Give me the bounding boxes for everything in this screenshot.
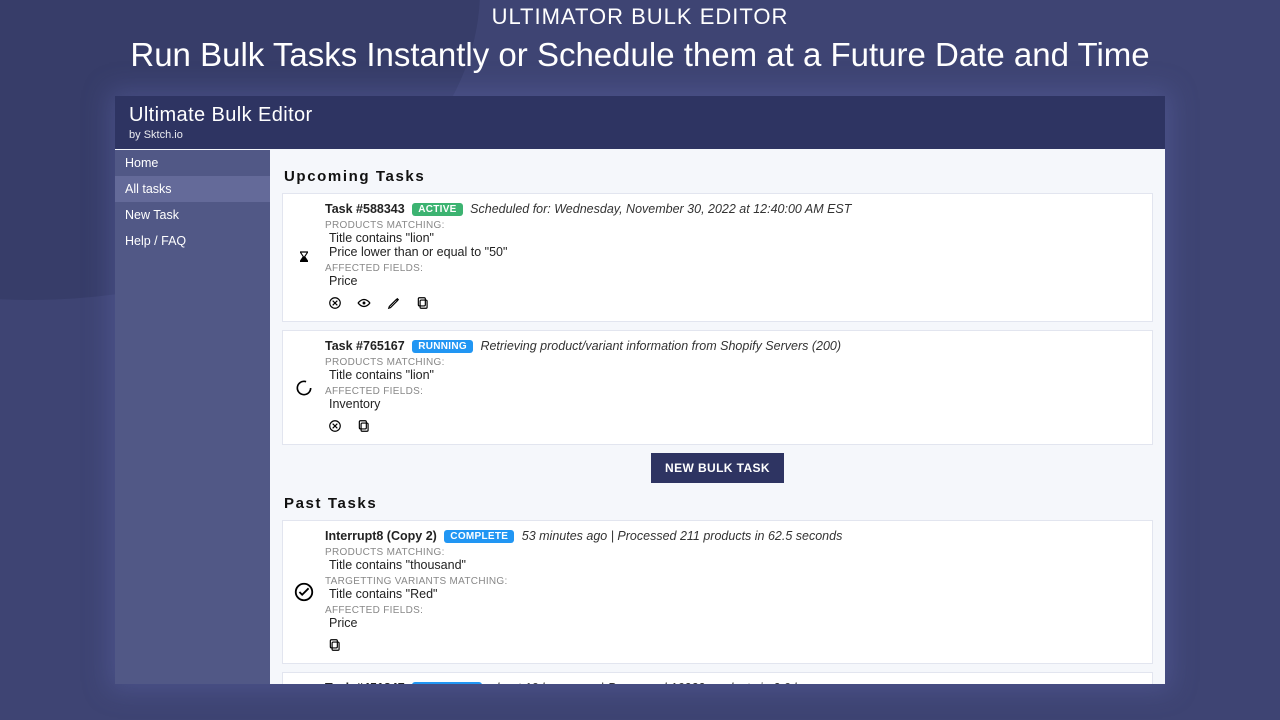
affected-field: Price xyxy=(329,616,1142,630)
criteria-line: Price lower than or equal to "50" xyxy=(329,245,1142,259)
task-name: Task #451847 xyxy=(325,681,405,684)
byline-prefix: by xyxy=(129,129,144,141)
task-header: Interrupt8 (Copy 2) COMPLETE 53 minutes … xyxy=(325,529,1142,543)
task-name: Interrupt8 (Copy 2) xyxy=(325,529,437,543)
task-meta: Scheduled for: Wednesday, November 30, 2… xyxy=(470,202,851,216)
task-actions xyxy=(325,294,1142,313)
sidebar-item-new-task[interactable]: New Task xyxy=(115,202,270,228)
task-header: Task #765167 RUNNING Retrieving product/… xyxy=(325,339,1142,353)
task-card: Task #765167 RUNNING Retrieving product/… xyxy=(282,330,1153,445)
sidebar-item-all-tasks[interactable]: All tasks xyxy=(115,176,270,202)
spinner-icon xyxy=(293,377,315,399)
sidebar-item-label: New Task xyxy=(125,208,179,222)
content: Upcoming Tasks Task #588343 ACTIVE Sched… xyxy=(270,150,1165,684)
affected-fields-label: AFFECTED FIELDS: xyxy=(325,263,1142,274)
copy-icon[interactable] xyxy=(413,294,433,312)
close-icon[interactable] xyxy=(325,417,345,435)
copy-icon[interactable] xyxy=(354,417,374,435)
eye-icon[interactable] xyxy=(354,294,374,312)
affected-fields-label: AFFECTED FIELDS: xyxy=(325,605,1142,616)
app-header: Ultimate Bulk Editor by Sktch.io xyxy=(115,96,1165,149)
hourglass-icon xyxy=(293,247,315,269)
hero-subtitle: Run Bulk Tasks Instantly or Schedule the… xyxy=(0,36,1280,74)
products-matching-label: PRODUCTS MATCHING: xyxy=(325,547,1142,558)
task-meta: 53 minutes ago | Processed 211 products … xyxy=(522,529,843,543)
criteria-line: Title contains "thousand" xyxy=(329,558,1142,572)
task-card: Interrupt8 (Copy 2) COMPLETE 53 minutes … xyxy=(282,520,1153,664)
sidebar-item-home[interactable]: Home xyxy=(115,150,270,176)
task-name: Task #765167 xyxy=(325,339,405,353)
app-window: Ultimate Bulk Editor by Sktch.io Home Al… xyxy=(115,96,1165,684)
app-title: Ultimate Bulk Editor xyxy=(129,104,1151,127)
variants-matching-label: TARGETTING VARIANTS MATCHING: xyxy=(325,576,1142,587)
section-upcoming-title: Upcoming Tasks xyxy=(284,168,1151,185)
task-meta: Retrieving product/variant information f… xyxy=(480,339,841,353)
task-actions xyxy=(325,636,1142,655)
byline-brand: Sktch.io xyxy=(144,129,183,141)
status-badge: ACTIVE xyxy=(412,203,462,216)
products-matching-label: PRODUCTS MATCHING: xyxy=(325,357,1142,368)
affected-field: Inventory xyxy=(329,397,1142,411)
variant-line: Title contains "Red" xyxy=(329,587,1142,601)
pencil-icon[interactable] xyxy=(384,294,404,312)
sidebar-item-label: All tasks xyxy=(125,182,172,196)
products-matching-label: PRODUCTS MATCHING: xyxy=(325,220,1142,231)
criteria-line: Title contains "lion" xyxy=(329,231,1142,245)
task-meta: about 19 hours ago | Processed 16232 pro… xyxy=(490,681,825,684)
status-badge: COMPLETE xyxy=(444,530,514,543)
hero-title: ULTIMATOR BULK EDITOR xyxy=(0,0,1280,30)
task-actions xyxy=(325,417,1142,436)
check-circle-icon xyxy=(293,581,315,603)
status-badge: RUNNING xyxy=(412,340,473,353)
app-byline: by Sktch.io xyxy=(129,129,1151,141)
sidebar: Home All tasks New Task Help / FAQ xyxy=(115,150,270,684)
affected-fields-label: AFFECTED FIELDS: xyxy=(325,386,1142,397)
copy-icon[interactable] xyxy=(325,636,345,654)
task-header: Task #588343 ACTIVE Scheduled for: Wedne… xyxy=(325,202,1142,216)
task-name: Task #588343 xyxy=(325,202,405,216)
close-icon[interactable] xyxy=(325,294,345,312)
section-past-title: Past Tasks xyxy=(284,495,1151,512)
sidebar-item-label: Help / FAQ xyxy=(125,234,186,248)
task-card: Task #451847 COMPLETE about 19 hours ago… xyxy=(282,672,1153,684)
task-card: Task #588343 ACTIVE Scheduled for: Wedne… xyxy=(282,193,1153,322)
new-bulk-task-button[interactable]: NEW BULK TASK xyxy=(651,453,784,483)
task-header: Task #451847 COMPLETE about 19 hours ago… xyxy=(325,681,1142,684)
sidebar-item-label: Home xyxy=(125,156,158,170)
status-badge: COMPLETE xyxy=(412,682,482,684)
criteria-line: Title contains "lion" xyxy=(329,368,1142,382)
affected-field: Price xyxy=(329,274,1142,288)
sidebar-item-help-faq[interactable]: Help / FAQ xyxy=(115,228,270,254)
